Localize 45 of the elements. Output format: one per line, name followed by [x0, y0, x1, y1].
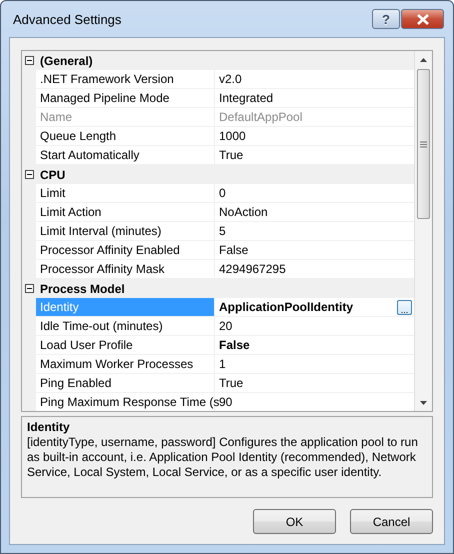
close-button[interactable]	[401, 9, 444, 29]
browse-button[interactable]: ...	[397, 300, 412, 314]
property-name[interactable]: Managed Pipeline Mode	[36, 89, 215, 108]
scroll-up-icon[interactable]	[420, 58, 427, 62]
property-name[interactable]: Maximum Worker Processes	[36, 355, 215, 374]
property-name[interactable]: Limit	[36, 184, 215, 203]
property-value[interactable]: NoAction	[219, 202, 414, 222]
category-header[interactable]: CPU	[36, 168, 66, 182]
scroll-down-icon[interactable]	[420, 400, 427, 404]
grip-icon	[420, 140, 427, 148]
property-value[interactable]: 4294967295	[219, 260, 414, 278]
cancel-button[interactable]: Cancel	[350, 509, 433, 534]
ok-button[interactable]: OK	[253, 509, 336, 534]
property-value[interactable]: v2.0	[219, 70, 414, 88]
property-value[interactable]: 1000	[219, 126, 414, 146]
collapse-icon[interactable]	[24, 56, 34, 65]
property-value[interactable]: 90	[219, 392, 414, 411]
property-name[interactable]: .NET Framework Version	[36, 70, 215, 89]
property-name[interactable]: Limit Interval (minutes)	[36, 222, 215, 241]
window-title: Advanced Settings	[13, 12, 122, 26]
close-icon	[416, 14, 430, 24]
collapse-icon[interactable]	[24, 170, 34, 179]
property-value[interactable]: False	[219, 336, 414, 354]
category-header[interactable]: Process Model	[36, 282, 125, 296]
category-header[interactable]: (General)	[36, 54, 93, 68]
property-value[interactable]: False	[219, 240, 414, 260]
description-text: [identityType, username, password] Configures the application pool to run as built-in account, i.e. Application Pool Identity (recommended), Network Service, Local System, Local Service, or as a specific user identity.	[27, 435, 419, 480]
property-value[interactable]: True	[219, 146, 414, 164]
collapse-icon[interactable]	[24, 284, 34, 293]
property-value[interactable]: Integrated	[219, 88, 414, 108]
help-button[interactable]: ?	[372, 9, 400, 29]
property-name[interactable]: Ping Enabled	[36, 374, 215, 393]
property-name[interactable]: Load User Profile	[36, 336, 215, 355]
property-value[interactable]: 5	[219, 222, 414, 240]
property-value[interactable]: True	[219, 374, 414, 392]
property-value[interactable]: ApplicationPoolIdentity	[219, 298, 397, 316]
property-name[interactable]: Limit Action	[36, 203, 215, 222]
property-name[interactable]: Queue Length	[36, 127, 215, 146]
scrollbar[interactable]	[414, 51, 432, 411]
property-name[interactable]: Idle Time-out (minutes)	[36, 317, 215, 336]
property-name[interactable]: Processor Affinity Enabled	[36, 241, 215, 260]
property-value[interactable]: 20	[219, 316, 414, 336]
property-value[interactable]: 1	[219, 354, 414, 374]
description-title: Identity	[27, 420, 71, 435]
property-value[interactable]: 0	[219, 184, 414, 202]
